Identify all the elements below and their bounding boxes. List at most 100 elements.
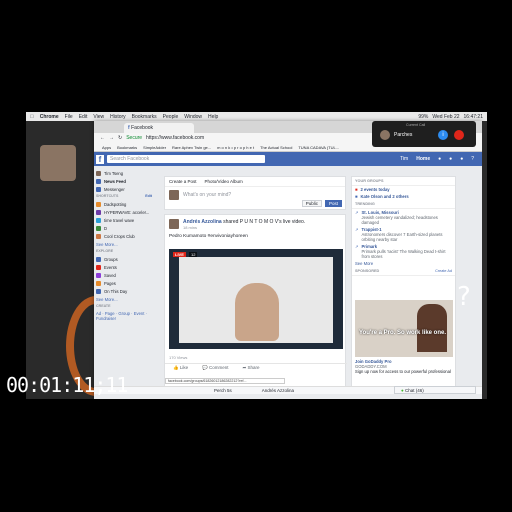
view-count: 170 Views [169,355,188,360]
menu-window[interactable]: Window [184,114,202,120]
ad-details: Join GoDaddy Pro GODADDY.COM Sign up now… [355,359,453,374]
end-call-icon[interactable] [454,130,464,140]
apple-icon[interactable]:  [30,114,34,120]
share-button[interactable]: ➦ Share [243,365,260,371]
sidebar-item-shortcut[interactable]: D [94,224,156,232]
sidebar-item-shortcut[interactable]: time travel wave [94,216,156,224]
viewer-count: 12 [189,252,198,257]
like-icon: 👍 [173,365,180,370]
ad-text: Sign up now for access to our powerful p… [355,369,451,374]
like-button[interactable]: 👍 Like [173,365,188,371]
chrome-window: f Facebook ← → ↻ Secure https://www.face… [94,121,482,399]
tab-photo-album[interactable]: Photo/Video Album [205,179,243,184]
chat-button[interactable]: ● Chat (46) [394,386,476,394]
menu-edit[interactable]: Edit [79,114,88,120]
post-composer: Create a Post Photo/Video Album What's o… [164,176,346,210]
right-gutter [456,166,482,394]
nav-home[interactable]: Home [416,156,430,162]
shortcuts-edit-link[interactable]: Edit [145,193,156,200]
pages-icon [96,280,101,286]
sidebar-profile[interactable]: Tim Tseng [94,169,156,177]
menu-history[interactable]: History [110,114,126,120]
create-ad-link[interactable]: Create Ad [435,269,452,273]
audience-select[interactable]: Public [301,200,322,207]
post-button[interactable]: Post [324,200,342,207]
on-this-day-icon [96,288,101,294]
sidebar-item-pages[interactable]: Pages [94,279,156,287]
back-icon[interactable]: ← [100,135,105,141]
sidebar-item-messenger[interactable]: Messenger [94,185,156,193]
bookmark-monk[interactable]: m o n k • p r o p h e t [217,145,254,150]
shortcuts-header: SHORTCUTS Edit [94,193,156,200]
trending-item[interactable]: ↗ St. Louis, Missouri Jewish cemetery vand… [352,209,455,226]
notifications-icon[interactable]: ● [460,156,463,162]
bookmark-tuna[interactable]: TUNA CADAVA (TUL... [298,145,339,150]
sidebar-item-events[interactable]: Events [94,263,156,271]
url-text[interactable]: https://www.facebook.com [146,135,204,141]
see-more-link[interactable]: See More... [94,295,156,303]
right-column: YOUR GROUPS ■ 2 events today ■ Kate Olson … [351,176,456,394]
bookmark-actual-school[interactable]: The Actual School [260,145,292,150]
video-content [179,257,333,343]
trending-item[interactable]: ↗ Trappist-1 Astronomers discover 7 Earth-… [352,226,455,243]
menu-help[interactable]: Help [208,114,218,120]
create-links[interactable]: Ad · Page · Group · Event · Fundraiser [94,310,156,322]
search-input[interactable]: Search Facebook [107,155,265,163]
menu-people[interactable]: People [163,114,179,120]
live-video[interactable]: LIVE 12 [169,249,343,349]
question-mark-overlay: ? [457,282,471,312]
sidebar-item-news-feed[interactable]: News Feed [94,177,156,185]
bookmark-bookmarks[interactable]: Bookmarks [117,145,137,150]
menu-file[interactable]: File [65,114,73,120]
friends-icon[interactable]: ● [438,156,441,162]
sidebar-item-groups[interactable]: Groups [94,255,156,263]
sponsored-header: SPONSORED Create Ad [352,267,455,276]
battery-status: 99% [418,113,429,120]
see-more-link[interactable]: See More... [94,240,156,248]
menu-bookmarks[interactable]: Bookmarks [132,114,157,120]
facebook-logo-icon[interactable]: f [96,154,104,164]
post-actions: 👍 Like 💬 Comment ➦ Share [165,363,347,372]
sidebar-item-shortcut[interactable]: HYPERWAVE: acceler... [94,208,156,216]
trending-icon: ↗ [355,227,359,232]
feed-post: Andrés Azzolina shared P U N T O M O V's… [164,214,347,394]
forward-icon[interactable]: → [109,135,114,141]
help-icon[interactable]: ? [471,156,474,162]
presenter-face [40,145,76,181]
reload-icon[interactable]: ↻ [118,135,122,141]
ad-image[interactable]: You're a Pro. So work like one. [355,300,453,357]
sidebar-item-saved[interactable]: Saved [94,271,156,279]
events-today[interactable]: ■ 2 events today [352,186,455,193]
sidebar-item-shortcut[interactable]: Dadspotting [94,200,156,208]
tab-create-post[interactable]: Create a Post [169,179,197,184]
birthday-row[interactable]: ■ Kate Olson and 2 others [352,193,455,200]
trending-icon: ↗ [355,210,359,215]
gift-icon: ■ [355,194,358,199]
group-icon [96,233,101,239]
menu-app-name[interactable]: Chrome [40,114,59,120]
caller-name: Parches [394,132,413,138]
composer-input[interactable]: What's on your mind? [183,192,231,198]
trending-see-more[interactable]: See More [352,260,455,267]
nav-profile[interactable]: Tim [400,156,408,162]
sidebar-item-shortcut[interactable]: Cool Crops Club [94,232,156,240]
info-icon[interactable]: i [438,130,448,140]
tab-facebook[interactable]: f Facebook [124,123,194,133]
post-text: Pedro Kumamoto #envivoniayhoreen [169,234,248,239]
avatar [96,170,101,176]
comment-button[interactable]: 💬 Comment [202,365,228,371]
trending-item[interactable]: ↗ Primark Primark pulls 'racist' The Walki… [352,243,455,260]
messages-icon[interactable]: ● [449,156,452,162]
bookmark-simpleadder[interactable]: SimpleAdder [143,145,166,150]
bookmark-apps[interactable]: Apps [102,145,111,150]
avatar[interactable] [169,219,179,229]
your-groups-header[interactable]: YOUR GROUPS [352,177,455,186]
video-timecode: 00:01:11;11 [6,373,128,397]
menu-view[interactable]: View [93,114,104,120]
bookmark-aphex[interactable]: Rare Aphex Twin ge... [172,145,211,150]
sidebar-item-on-this-day[interactable]: On This Day [94,287,156,295]
post-time[interactable]: 18 mins [183,225,305,230]
chat-tab-andres[interactable]: Andrés Azzolina [262,388,294,393]
chat-tab-perch[interactable]: Perch 5s [214,388,232,393]
comment-icon: 💬 [202,365,209,370]
